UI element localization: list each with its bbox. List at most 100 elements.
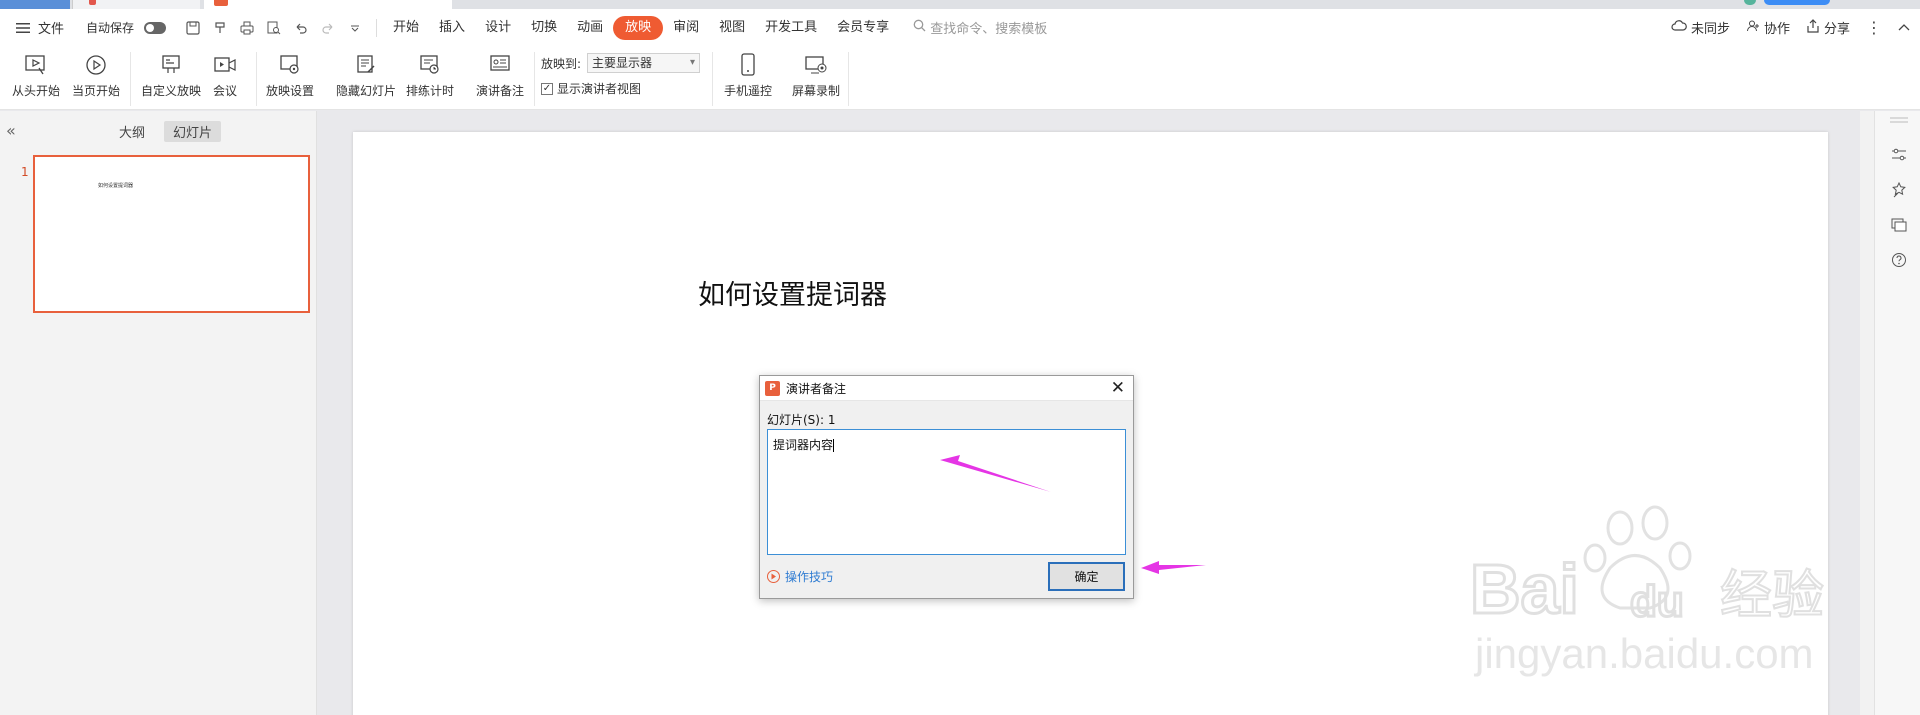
share-button[interactable]: 分享 (1806, 18, 1850, 37)
slides-pane: « 大纲 幻灯片 1 如何设置提词器 (0, 111, 317, 715)
notes-text: 提词器内容 (773, 438, 834, 452)
tab-outline[interactable]: 大纲 (110, 121, 154, 142)
vertical-scrollbar[interactable] (1860, 111, 1874, 715)
panel-handle-icon[interactable] (1890, 111, 1908, 129)
tab-animations[interactable]: 动画 (567, 16, 613, 40)
customize-quick-access-icon[interactable] (346, 19, 364, 37)
magic-wand-icon[interactable] (1890, 181, 1908, 199)
play-tips-icon (767, 570, 780, 583)
dialog-titlebar[interactable]: P 演讲者备注 ✕ (760, 376, 1133, 401)
redo-icon[interactable] (319, 19, 337, 37)
add-user-icon (1746, 19, 1760, 37)
tab-slides[interactable]: 幻灯片 (164, 121, 222, 142)
undo-icon[interactable] (292, 19, 310, 37)
collapse-pane-icon[interactable]: « (6, 121, 16, 140)
more-icon[interactable]: ⋮ (1866, 18, 1882, 37)
collab-label: 协作 (1763, 22, 1790, 37)
toggle-switch[interactable] (144, 21, 167, 34)
rehearse-timer-icon (417, 52, 443, 78)
sync-status[interactable]: 未同步 (1671, 18, 1730, 37)
presenter-view-label: 显示演讲者视图 (557, 82, 642, 96)
from-current-button[interactable]: 当页开始 (72, 52, 120, 99)
meeting-label: 会议 (212, 84, 237, 98)
play-to-row: 放映到: 主要显示器 (541, 53, 701, 73)
show-settings-label: 放映设置 (266, 84, 315, 98)
ribbon-divider (130, 52, 131, 106)
tips-label: 操作技巧 (785, 570, 834, 584)
from-current-label: 当页开始 (72, 84, 121, 98)
dialog-slide-label: 幻灯片(S): 1 (767, 413, 836, 427)
tips-link[interactable]: 操作技巧 (767, 568, 833, 585)
phone-remote-button[interactable]: 手机遥控 (724, 52, 772, 99)
from-start-label: 从头开始 (12, 84, 61, 98)
print-preview-icon[interactable] (265, 19, 283, 37)
slide-thumbnail[interactable]: 如何设置提词器 (33, 155, 310, 313)
play-from-start-icon (23, 52, 49, 78)
help-icon[interactable] (1890, 251, 1908, 269)
sliders-icon[interactable] (1890, 146, 1908, 164)
tab-developer[interactable]: 开发工具 (755, 16, 827, 40)
cloud-icon (1671, 19, 1687, 37)
hide-slide-label: 隐藏幻灯片 (336, 84, 397, 98)
tab-insert[interactable]: 插入 (429, 16, 475, 40)
search-icon (913, 19, 926, 36)
tab-view[interactable]: 视图 (709, 16, 755, 40)
right-toolbar (1874, 111, 1920, 715)
from-start-button[interactable]: 从头开始 (12, 52, 60, 99)
share-icon (1806, 18, 1820, 37)
annotation-arrow-icon (940, 455, 1051, 492)
browser-tab[interactable] (0, 0, 70, 9)
tab-slideshow[interactable]: 放映 (613, 15, 664, 40)
close-icon[interactable]: ✕ (1111, 379, 1125, 397)
collapse-ribbon-icon[interactable] (1898, 20, 1910, 35)
thumbnail-title: 如何设置提词器 (98, 183, 134, 189)
rehearse-timing-button[interactable]: 排练计时 (406, 52, 454, 99)
speaker-notes-label: 演讲备注 (476, 84, 525, 98)
tab-transitions[interactable]: 切换 (521, 16, 567, 40)
window-tab-strip (0, 0, 1920, 9)
tab-review[interactable]: 审阅 (663, 16, 709, 40)
presenter-view-checkbox[interactable]: ✓ (541, 82, 553, 95)
custom-show-button[interactable]: 自定义放映 (141, 52, 201, 99)
menu-divider (376, 18, 378, 37)
slideshow-settings-icon (277, 52, 303, 78)
autosave-toggle[interactable]: 自动保存 (80, 19, 172, 36)
tab-design[interactable]: 设计 (475, 16, 521, 40)
ribbon-divider (256, 52, 257, 106)
file-menu[interactable]: 文件 (0, 18, 70, 37)
sync-label: 未同步 (1690, 22, 1730, 37)
screen-record-label: 屏幕录制 (792, 84, 841, 98)
meeting-button[interactable]: 会议 (212, 52, 238, 99)
rehearse-label: 排练计时 (406, 84, 455, 98)
slide-title[interactable]: 如何设置提词器 (698, 273, 887, 312)
screen-record-button[interactable]: 屏幕录制 (792, 52, 840, 99)
collab-button[interactable]: 协作 (1746, 18, 1790, 37)
monitor-select[interactable]: 主要显示器 (587, 53, 701, 73)
active-document-tab[interactable] (204, 0, 452, 9)
format-painter-icon[interactable] (211, 19, 229, 37)
ok-button[interactable]: 确定 (1048, 562, 1125, 591)
save-icon[interactable] (184, 19, 202, 37)
custom-show-icon (158, 52, 184, 78)
presenter-view-option[interactable]: ✓ 显示演讲者视图 (541, 80, 641, 97)
document-tab[interactable] (72, 0, 200, 9)
show-settings-button[interactable]: 放映设置 (266, 52, 314, 99)
text-caret (833, 439, 835, 452)
print-icon[interactable] (238, 19, 256, 37)
hide-slide-icon (353, 52, 379, 78)
monitor-select-value: 主要显示器 (592, 56, 653, 70)
tab-home[interactable]: 开始 (383, 16, 429, 40)
ribbon-divider (712, 52, 713, 106)
command-search[interactable]: 查找命令、搜索模板 (913, 18, 1047, 37)
video-meeting-icon (212, 52, 238, 78)
screen-record-icon (803, 52, 829, 78)
tab-member[interactable]: 会员专享 (827, 16, 899, 40)
login-button[interactable] (1764, 0, 1830, 5)
hide-slide-button[interactable]: 隐藏幻灯片 (336, 52, 396, 99)
speaker-notes-button[interactable]: 演讲备注 (476, 52, 524, 99)
slide-switch-icon[interactable] (1890, 216, 1908, 234)
menu-bar: 文件 自动保存 开始 插入 设计 切换 动画 放映 审阅 视图 开发工具 会员专… (0, 9, 1920, 46)
play-circle-icon (83, 52, 109, 78)
user-avatar[interactable] (1744, 0, 1756, 5)
annotation-arrow-icon (1141, 561, 1206, 574)
